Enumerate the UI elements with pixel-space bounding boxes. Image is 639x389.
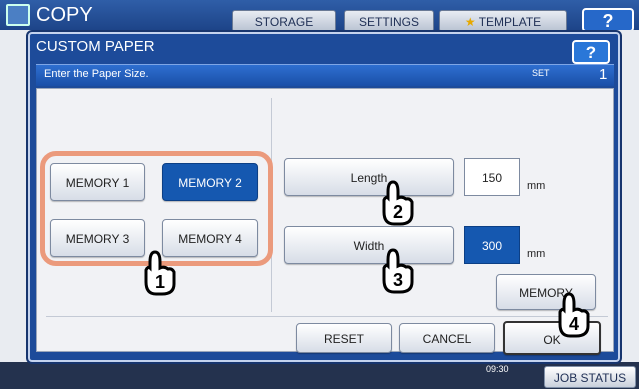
step-2-hand-icon: 2 xyxy=(380,178,414,226)
dialog-help-button[interactable]: ? xyxy=(572,40,610,64)
length-button[interactable]: Length xyxy=(284,158,454,196)
hand-pointer-1: 1 xyxy=(144,250,176,296)
cancel-button[interactable]: CANCEL xyxy=(399,323,495,353)
tab-template-label: TEMPLATE xyxy=(478,15,542,29)
hand-pointer-4: 4 xyxy=(558,292,590,338)
memory-1-button[interactable]: MEMORY 1 xyxy=(50,163,145,201)
step-3-hand-icon: 3 xyxy=(380,246,414,294)
step-3-number: 3 xyxy=(393,270,403,290)
job-status-button[interactable]: JOB STATUS xyxy=(544,366,636,388)
clock-time: 09:30 xyxy=(486,364,509,374)
memory-3-button[interactable]: MEMORY 3 xyxy=(50,219,145,257)
set-count: 1 xyxy=(599,66,608,83)
clock: 09:30 xyxy=(486,364,509,375)
reset-button[interactable]: RESET xyxy=(296,323,392,353)
step-2-number: 2 xyxy=(393,202,403,222)
width-value-field[interactable]: 300 xyxy=(464,226,520,264)
hand-pointer-3: 3 xyxy=(382,248,414,294)
tab-settings[interactable]: SETTINGS xyxy=(344,10,434,32)
hand-pointer-2: 2 xyxy=(382,180,414,226)
copy-title: COPY xyxy=(36,4,93,26)
width-button[interactable]: Width xyxy=(284,226,454,264)
length-value-field[interactable]: 150 xyxy=(464,158,520,196)
width-unit: mm xyxy=(527,248,546,260)
message-text: Enter the Paper Size. xyxy=(44,68,149,80)
star-icon: ★ xyxy=(464,15,476,29)
tab-storage[interactable]: STORAGE xyxy=(232,10,336,32)
horizontal-divider xyxy=(46,316,608,317)
step-1-number: 1 xyxy=(155,272,165,292)
set-label: SET xyxy=(532,68,550,78)
length-unit: mm xyxy=(527,180,546,192)
copy-icon xyxy=(6,4,30,26)
memory-2-button[interactable]: MEMORY 2 xyxy=(162,163,258,201)
step-1-hand-icon: 1 xyxy=(142,248,176,296)
dialog-title: CUSTOM PAPER xyxy=(36,38,155,55)
help-button[interactable]: ? xyxy=(582,8,634,32)
step-4-number: 4 xyxy=(569,314,579,334)
tab-template[interactable]: ★ TEMPLATE xyxy=(439,10,567,32)
step-4-hand-icon: 4 xyxy=(556,290,590,338)
